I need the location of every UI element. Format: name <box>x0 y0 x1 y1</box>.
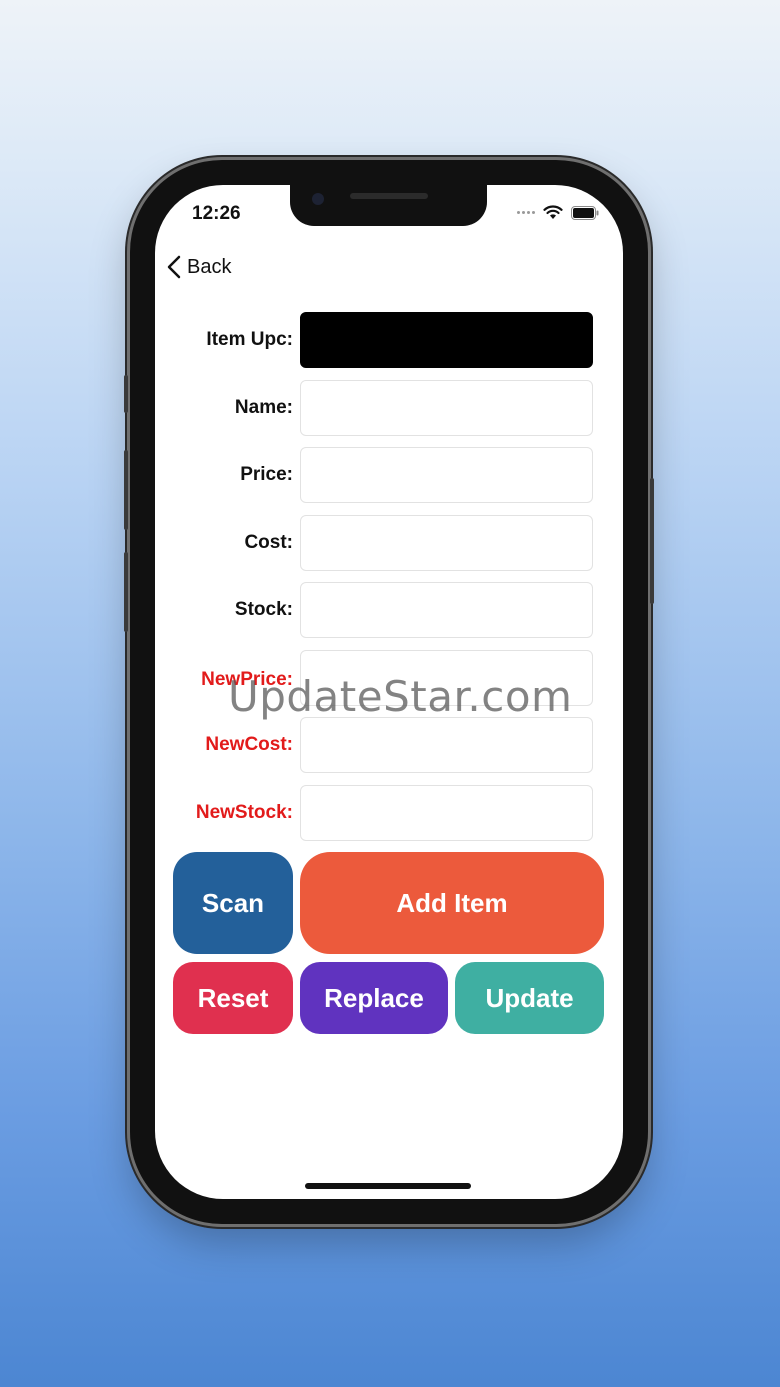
watermark-text: UpdateStar.com <box>228 672 573 721</box>
status-time: 12:26 <box>192 203 241 224</box>
price-label: Price: <box>240 464 293 485</box>
upc-input[interactable] <box>300 312 593 368</box>
form-row-name: Name: <box>155 380 623 440</box>
stock-label: Stock: <box>234 599 293 620</box>
new-cost-input[interactable] <box>300 717 593 773</box>
front-camera <box>312 193 324 205</box>
cost-input[interactable] <box>300 515 593 571</box>
battery-icon <box>571 205 599 220</box>
earpiece-speaker <box>350 193 428 199</box>
form-row-upc: Item Upc: <box>155 312 623 372</box>
reset-button[interactable]: Reset <box>173 962 293 1034</box>
form-row-stock: Stock: <box>155 582 623 642</box>
volume-down-button <box>124 552 128 632</box>
name-label: Name: <box>234 397 293 418</box>
upc-label: Item Upc: <box>206 329 293 350</box>
form-row-new-stock: NewStock: <box>155 785 623 845</box>
form-row-cost: Cost: <box>155 515 623 575</box>
new-stock-input[interactable] <box>300 785 593 841</box>
home-indicator <box>305 1183 471 1189</box>
name-input[interactable] <box>300 380 593 436</box>
status-icons <box>517 205 599 220</box>
scan-button[interactable]: Scan <box>173 852 293 954</box>
back-label: Back <box>187 255 232 278</box>
form-row-new-cost: NewCost: <box>155 717 623 777</box>
silent-switch <box>124 375 128 413</box>
wifi-icon <box>543 205 563 219</box>
notch <box>290 185 487 226</box>
new-stock-label: NewStock: <box>195 802 293 823</box>
form-row-price: Price: <box>155 447 623 507</box>
volume-up-button <box>124 450 128 530</box>
add-item-button[interactable]: Add Item <box>300 852 604 954</box>
update-button[interactable]: Update <box>455 962 604 1034</box>
signal-icon <box>517 211 535 214</box>
power-button <box>650 478 654 604</box>
back-button[interactable]: Back <box>167 255 231 279</box>
price-input[interactable] <box>300 447 593 503</box>
replace-button[interactable]: Replace <box>300 962 448 1034</box>
chevron-left-icon <box>167 255 181 279</box>
cost-label: Cost: <box>244 532 293 553</box>
new-cost-label: NewCost: <box>205 734 293 755</box>
stock-input[interactable] <box>300 582 593 638</box>
